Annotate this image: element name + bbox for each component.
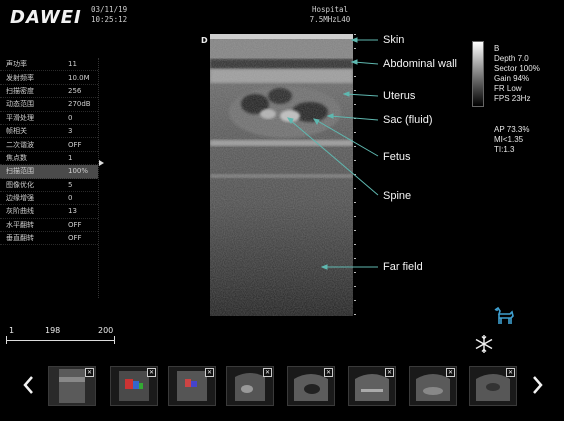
scale-tick-right bbox=[114, 336, 115, 344]
chevron-left-icon[interactable] bbox=[22, 375, 34, 395]
close-icon[interactable]: ✕ bbox=[147, 368, 156, 377]
gain-text: Gain 94% bbox=[494, 74, 530, 83]
depth-text: Depth 7.0 bbox=[494, 54, 529, 63]
arrow-sac bbox=[329, 115, 379, 121]
grayscale-bar bbox=[472, 41, 484, 107]
safety-params: AP 73.3% MI<1.35 TI:1.3 bbox=[494, 125, 529, 155]
arrow-spine bbox=[289, 119, 379, 196]
close-icon[interactable]: ✕ bbox=[446, 368, 455, 377]
thumbnail[interactable]: ✕ bbox=[110, 366, 158, 406]
label-sac: Sac (fluid) bbox=[383, 114, 433, 126]
thumbnail[interactable]: ✕ bbox=[469, 366, 517, 406]
thumbnail[interactable]: ✕ bbox=[226, 366, 274, 406]
close-icon[interactable]: ✕ bbox=[324, 368, 333, 377]
scale-label-right: 200 bbox=[98, 326, 114, 335]
arrowhead-abdominal-wall bbox=[350, 59, 358, 65]
thumbnail[interactable]: ✕ bbox=[409, 366, 457, 406]
label-fetus: Fetus bbox=[383, 151, 411, 163]
label-far-field: Far field bbox=[383, 261, 423, 273]
ti-text: TI:1.3 bbox=[494, 145, 515, 154]
close-icon[interactable]: ✕ bbox=[385, 368, 394, 377]
close-icon[interactable]: ✕ bbox=[263, 368, 272, 377]
scale-bar bbox=[6, 340, 114, 341]
thumbnail[interactable]: ✕ bbox=[168, 366, 216, 406]
label-uterus: Uterus bbox=[383, 90, 416, 102]
arrowhead-sac bbox=[326, 113, 334, 119]
close-icon[interactable]: ✕ bbox=[85, 368, 94, 377]
scale-label-mid: 198 bbox=[45, 326, 61, 335]
arrow-uterus bbox=[345, 93, 379, 97]
close-icon[interactable]: ✕ bbox=[506, 368, 515, 377]
arrow-abdominal-wall bbox=[353, 61, 379, 65]
chevron-right-icon[interactable] bbox=[532, 375, 544, 395]
close-icon[interactable]: ✕ bbox=[205, 368, 214, 377]
mi-text: MI<1.35 bbox=[494, 135, 524, 144]
mode-text: B bbox=[494, 44, 500, 53]
label-abdominal-wall: Abdominal wall bbox=[383, 58, 457, 70]
fps-text: FPS 23Hz bbox=[494, 94, 531, 103]
thumbnail[interactable]: ✕ bbox=[348, 366, 396, 406]
arrowhead-skin bbox=[350, 37, 358, 43]
ap-text: AP 73.3% bbox=[494, 125, 530, 134]
arrowhead-fetus bbox=[312, 118, 320, 126]
sector-text: Sector 100% bbox=[494, 64, 540, 73]
arrowhead-uterus bbox=[342, 91, 350, 97]
scale-label-left: 1 bbox=[9, 326, 15, 335]
thumbnail[interactable]: ✕ bbox=[287, 366, 335, 406]
fr-text: FR Low bbox=[494, 84, 522, 93]
arrowhead-far-field bbox=[320, 264, 328, 270]
imaging-params: B Depth 7.0 Sector 100% Gain 94% FR Low … bbox=[494, 44, 540, 104]
snowflake-icon[interactable] bbox=[474, 334, 494, 354]
thumbnail[interactable]: ✕ bbox=[48, 366, 96, 406]
label-skin: Skin bbox=[383, 34, 405, 46]
dog-icon[interactable] bbox=[491, 306, 517, 326]
label-spine: Spine bbox=[383, 190, 412, 202]
